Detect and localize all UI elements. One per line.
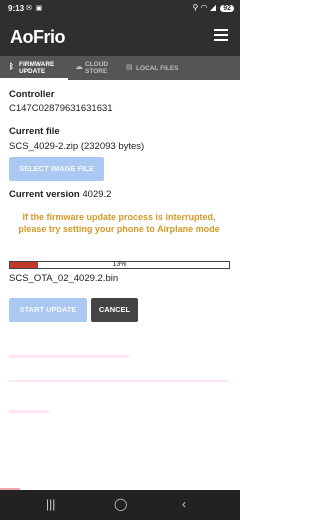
status-bar: 9:13 ✉ ▣ ⚲ ◠ ◢ 92 — [0, 0, 240, 18]
tab-firmware-update-label: FIRMWARE UPDATE — [19, 61, 55, 75]
current-file-value: SCS_4029-2.zip (232093 bytes) — [9, 141, 145, 152]
warning-message: If the firmware update process is interr… — [18, 212, 220, 234]
tab-cloud-store[interactable]: ☁ CLOUD STORE — [75, 56, 125, 80]
tab-firmware-update[interactable]: ᛒ FIRMWARE UPDATE — [9, 56, 69, 80]
current-version-row: Current version 4029.2 — [9, 189, 111, 200]
back-icon[interactable]: ‹ — [182, 497, 186, 511]
app-logo: AoFrio — [10, 27, 66, 47]
cancel-button[interactable]: CANCEL — [91, 298, 138, 322]
hamburger-menu-icon[interactable] — [214, 29, 228, 41]
start-update-button[interactable]: START UPDATE — [9, 298, 87, 322]
recent-apps-icon[interactable]: ||| — [46, 497, 55, 511]
signal-icon: ◢ — [209, 3, 216, 12]
location-icon: ⚲ — [192, 3, 199, 12]
status-right: ⚲ ◠ ◢ 92 — [192, 3, 234, 12]
controller-label: Controller — [9, 89, 55, 100]
notification-icons: ✉ ▣ — [26, 5, 44, 12]
tab-local-files[interactable]: ▤ LOCAL FILES — [126, 56, 186, 80]
bluetooth-icon: ᛒ — [9, 62, 14, 71]
current-version-label: Current version — [9, 189, 80, 200]
cloud-icon: ☁ — [75, 62, 83, 71]
controller-value: C147C02879631631631 — [9, 103, 113, 114]
wifi-icon: ◠ — [200, 3, 208, 12]
home-icon[interactable]: ◯ — [114, 497, 127, 511]
tab-local-files-label: LOCAL FILES — [136, 65, 179, 72]
select-image-file-button[interactable]: SELECT IMAGE FILE — [9, 157, 104, 181]
update-filename: SCS_OTA_02_4029.2.bin — [9, 273, 119, 284]
tab-bar: ᛒ FIRMWARE UPDATE ☁ CLOUD STORE ▤ LOCAL … — [0, 56, 240, 80]
active-tab-indicator — [0, 78, 68, 80]
tab-cloud-store-label: CLOUD STORE — [85, 61, 109, 75]
current-version-value: 4029.2 — [82, 189, 112, 200]
progress-label: 13% — [112, 261, 127, 268]
status-time: 9:13 — [8, 4, 25, 13]
navigation-bar: ||| ◯ ‹ — [0, 490, 240, 520]
current-file-label: Current file — [9, 126, 60, 137]
app-bar: AoFrio — [0, 18, 240, 56]
file-icon: ▤ — [126, 64, 133, 71]
battery-indicator: 92 — [220, 5, 234, 12]
progress-bar: 13% — [9, 261, 230, 269]
